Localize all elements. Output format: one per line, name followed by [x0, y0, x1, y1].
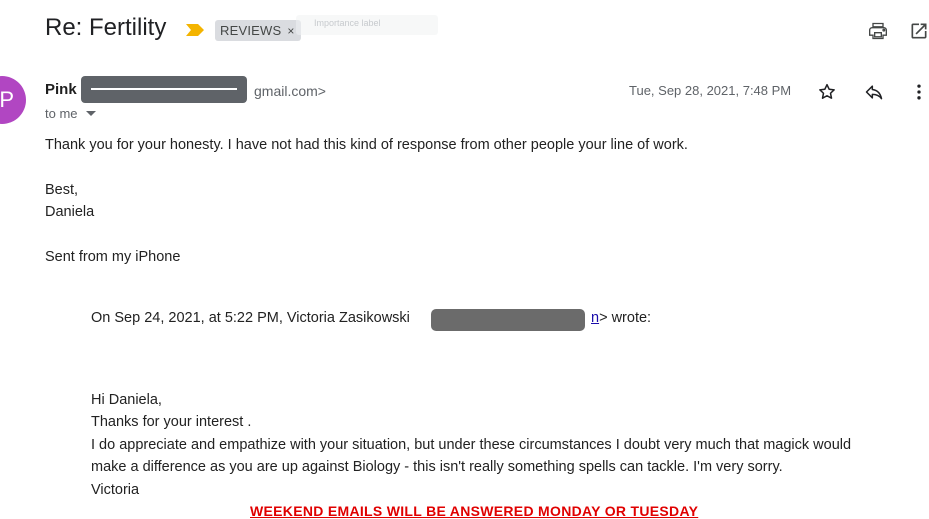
avatar-letter: P — [0, 87, 14, 112]
more-options-button[interactable] — [907, 80, 929, 104]
open-in-new-window-icon — [911, 23, 927, 39]
star-button[interactable] — [815, 80, 839, 104]
redaction-box-sender-email — [81, 76, 247, 103]
sender-name: Pink — [45, 81, 77, 98]
body-line-thanks: Thank you for your honesty. I have not h… — [45, 137, 688, 153]
print-icon — [869, 22, 887, 40]
quote-email-link[interactable]: n — [591, 310, 599, 326]
body-line-signature: Sent from my iPhone — [45, 249, 181, 265]
faded-tooltip-chip: Importance label — [296, 15, 438, 35]
reply-button[interactable] — [862, 80, 886, 104]
quoted-line-biology: make a difference as you are up against … — [91, 459, 783, 475]
body-line-signoff: Best, — [45, 182, 79, 198]
sender-avatar[interactable]: P — [0, 76, 26, 124]
message-date: Tue, Sep 28, 2021, 7:48 PM — [629, 83, 792, 98]
quoted-line-greeting: Hi Daniela, — [91, 392, 162, 408]
quote-header-prefix: On Sep 24, 2021, at 5:22 PM, Victoria Za… — [91, 310, 410, 326]
chevron-down-icon — [85, 111, 96, 116]
label-chip-reviews[interactable]: REVIEWS × — [215, 20, 301, 41]
open-in-new-window-button[interactable] — [907, 19, 929, 43]
importance-marker-icon[interactable] — [186, 24, 204, 36]
redaction-box-quote-email — [431, 309, 585, 331]
quoted-line-signature: Victoria — [91, 482, 140, 498]
more-vert-icon — [917, 84, 921, 100]
faded-chip-text: Importance label — [314, 18, 381, 28]
sender-email-domain: gmail.com> — [254, 83, 326, 99]
quoted-line-thanks: Thanks for your interest . — [91, 414, 252, 430]
print-all-button[interactable] — [866, 19, 890, 43]
remove-label-button[interactable]: × — [287, 24, 294, 38]
quote-header-suffix: > wrote: — [599, 310, 652, 326]
reply-icon — [865, 85, 883, 100]
quote-header-tail: n> wrote: — [591, 307, 651, 330]
recipients-label: to me — [45, 106, 78, 121]
body-line-name: Daniela — [45, 204, 95, 220]
label-chip-text: REVIEWS — [220, 23, 282, 38]
weekend-notice: WEEKEND EMAILS WILL BE ANSWERED MONDAY O… — [250, 503, 699, 519]
quoted-line-empathy: I do appreciate and empathize with your … — [91, 437, 852, 453]
star-icon — [819, 83, 835, 99]
recipients-dropdown[interactable]: to me — [45, 106, 96, 121]
email-subject: Re: Fertility — [45, 14, 167, 41]
